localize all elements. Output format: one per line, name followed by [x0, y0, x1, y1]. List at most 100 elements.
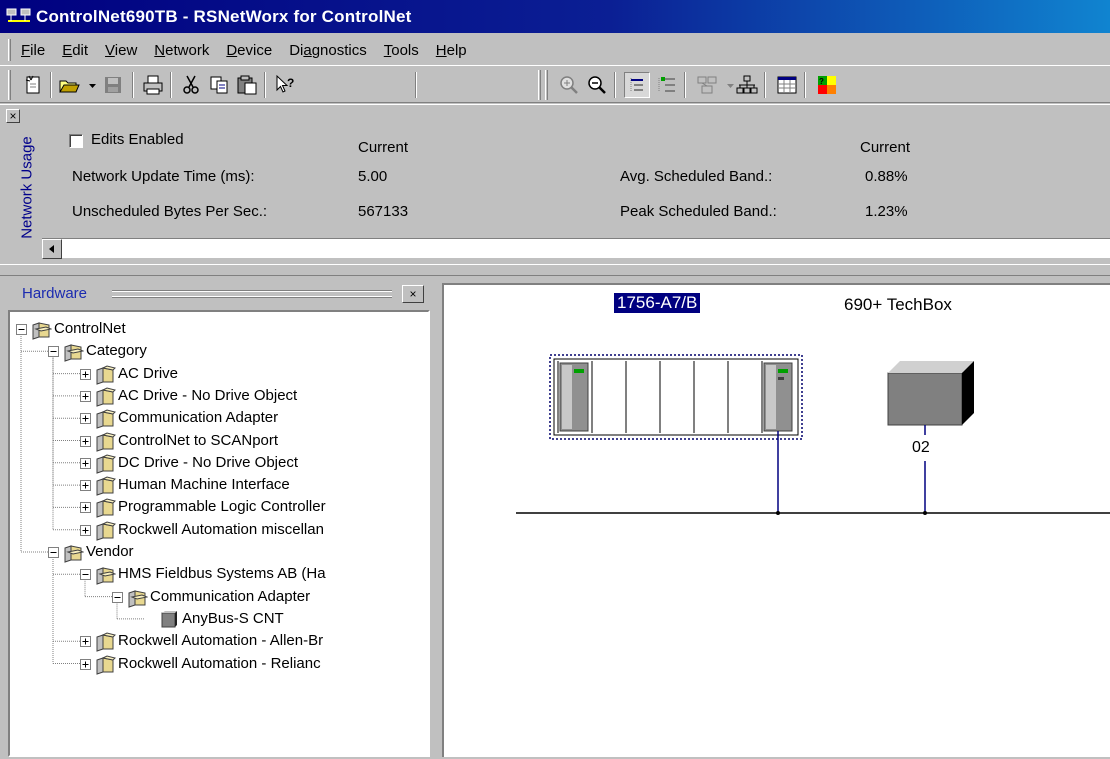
- tree-item-label[interactable]: DC Drive - No Drive Object: [118, 454, 298, 472]
- folder-open-icon: [94, 565, 117, 590]
- expand-icon[interactable]: [80, 658, 91, 670]
- tree-item-label[interactable]: ControlNet to SCANport: [118, 432, 278, 450]
- expand-icon[interactable]: [80, 368, 91, 380]
- tree-item-label[interactable]: ControlNet: [54, 320, 126, 338]
- tree-item-label[interactable]: Rockwell Automation - Allen-Br: [118, 632, 323, 650]
- continuous-browse-icon[interactable]: [654, 72, 680, 98]
- toolbar: ? ?: [0, 65, 1110, 103]
- paste-icon[interactable]: [234, 72, 260, 98]
- horizontal-scrollbar[interactable]: [42, 238, 1110, 259]
- new-icon[interactable]: [20, 72, 46, 98]
- toolbar-grip[interactable]: [538, 70, 541, 100]
- tree-item-label[interactable]: Communication Adapter: [118, 409, 278, 427]
- collapse-icon[interactable]: [80, 569, 91, 581]
- folder-open-icon: [126, 588, 149, 613]
- avg-scheduled-band-label: Avg. Scheduled Band.:: [620, 168, 773, 185]
- collapse-icon[interactable]: [16, 324, 27, 335]
- tree-item-label[interactable]: Communication Adapter: [150, 588, 310, 606]
- folder-open-icon: [62, 342, 85, 367]
- expand-icon[interactable]: [80, 390, 91, 402]
- folder-open-icon: [30, 320, 53, 345]
- hardware-header: Hardware ×: [22, 285, 428, 305]
- edits-enabled-checkbox[interactable]: [69, 134, 83, 148]
- tree-item-label[interactable]: Human Machine Interface: [118, 476, 290, 494]
- collapse-icon[interactable]: [112, 591, 123, 603]
- folder-open-icon: [62, 543, 85, 568]
- menu-file[interactable]: File: [21, 42, 45, 59]
- tree-item-label[interactable]: AnyBus-S CNT: [182, 610, 284, 628]
- help-pointer-icon[interactable]: ?: [272, 72, 298, 98]
- save-icon[interactable]: [100, 72, 126, 98]
- expand-icon[interactable]: [80, 480, 91, 492]
- techbox-node-number: 02: [912, 439, 930, 456]
- chassis-1756-a7b: [549, 354, 803, 515]
- network-app-icon: [6, 6, 32, 28]
- toolbar-separator: [415, 72, 417, 98]
- window-title: ControlNet690TB - RSNetWorx for ControlN…: [36, 6, 412, 26]
- network-update-time-value: 5.00: [358, 168, 388, 185]
- tree-item-label[interactable]: AC Drive - No Drive Object: [118, 387, 297, 405]
- pane-splitter[interactable]: [0, 264, 1110, 276]
- spreadsheet-icon[interactable]: [774, 72, 800, 98]
- techbox-690-device: [887, 361, 974, 515]
- menu-network[interactable]: Network: [154, 42, 209, 59]
- folder-icon: [94, 632, 116, 657]
- collapse-icon[interactable]: [48, 346, 59, 358]
- toolbar-grip[interactable]: [545, 70, 548, 100]
- menu-device[interactable]: Device: [226, 42, 272, 59]
- avg-scheduled-band-value: 0.88%: [865, 168, 908, 185]
- expand-icon[interactable]: [80, 524, 91, 536]
- arrow-left-icon: [49, 245, 54, 253]
- toolbar-grip[interactable]: [8, 70, 11, 100]
- tree-item-label[interactable]: HMS Fieldbus Systems AB (Ha: [118, 565, 326, 583]
- hardware-drag-bar[interactable]: [112, 291, 392, 297]
- menubar-grip[interactable]: [8, 39, 11, 61]
- menu-tools[interactable]: Tools: [384, 42, 419, 59]
- menu-edit[interactable]: Edit: [62, 42, 88, 59]
- current-header-right: Current: [860, 139, 911, 156]
- collapse-icon[interactable]: [48, 547, 59, 558]
- open-icon[interactable]: [56, 72, 82, 98]
- expand-icon[interactable]: [80, 457, 91, 469]
- tree-item-label[interactable]: Rockwell Automation - Relianc: [118, 655, 321, 673]
- device-properties-icon[interactable]: [694, 72, 720, 98]
- network-view[interactable]: 1756-A7/B 690+ TechBox 02: [442, 283, 1110, 757]
- peak-scheduled-band-value: 1.23%: [865, 203, 908, 220]
- current-header-left: Current: [358, 139, 409, 156]
- edits-enabled-icon[interactable]: ?: [814, 72, 840, 98]
- close-icon[interactable]: ×: [6, 109, 20, 123]
- tree-item-label[interactable]: Rockwell Automation miscellan: [118, 521, 324, 539]
- expand-icon[interactable]: [80, 502, 91, 514]
- folder-icon: [94, 476, 116, 501]
- tree-item-label[interactable]: Programmable Logic Controller: [118, 498, 326, 516]
- svg-text:?: ?: [287, 76, 294, 90]
- toolbar-separator: [50, 72, 52, 98]
- menu-help[interactable]: Help: [436, 42, 467, 59]
- network-usage-sidebar: × Network Usage: [6, 109, 36, 265]
- copy-icon[interactable]: [206, 72, 232, 98]
- cut-icon[interactable]: [178, 72, 204, 98]
- toolbar-separator: [170, 72, 172, 98]
- menu-view[interactable]: View: [105, 42, 137, 59]
- expand-icon[interactable]: [80, 413, 91, 425]
- tree-item-label[interactable]: Category: [86, 342, 147, 360]
- scroll-left-arrow[interactable]: [42, 239, 62, 259]
- toolbar-separator: [614, 72, 616, 98]
- zoom-in-icon[interactable]: [556, 72, 582, 98]
- expand-icon[interactable]: [80, 435, 91, 447]
- folder-icon: [94, 454, 116, 479]
- zoom-out-icon[interactable]: [584, 72, 610, 98]
- hardware-panel: Hardware × ControlNet Category AC Drive AC …: [0, 277, 436, 757]
- tree-item-label[interactable]: AC Drive: [118, 365, 178, 383]
- network-view-icon[interactable]: [734, 72, 760, 98]
- menu-diagnostics[interactable]: Diagnostics: [289, 42, 367, 59]
- toolbar-separator: [804, 72, 806, 98]
- folder-icon: [94, 409, 116, 434]
- folder-icon: [94, 521, 116, 546]
- hardware-tree[interactable]: ControlNet Category AC Drive AC Drive - No …: [8, 310, 430, 757]
- tree-item-label[interactable]: Vendor: [86, 543, 134, 561]
- single-pass-browse-icon[interactable]: [624, 72, 650, 98]
- print-icon[interactable]: [140, 72, 166, 98]
- close-icon[interactable]: ×: [402, 285, 424, 303]
- expand-icon[interactable]: [80, 636, 91, 648]
